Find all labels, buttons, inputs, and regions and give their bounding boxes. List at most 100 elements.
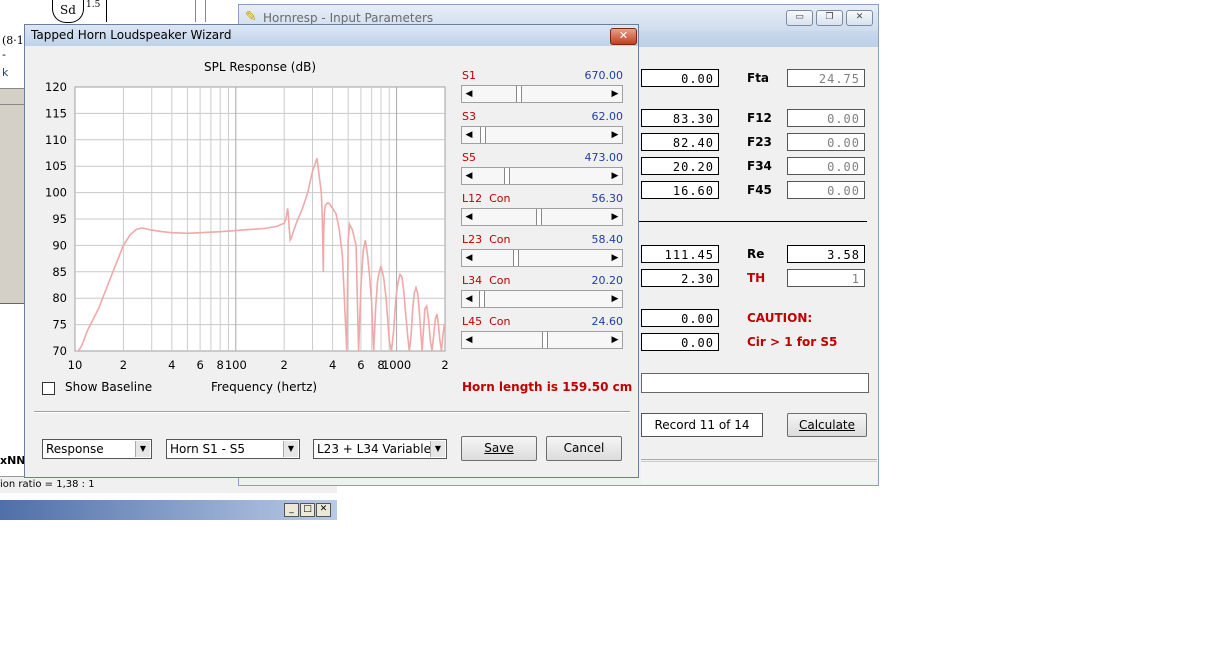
slider-label: L45 Con xyxy=(462,315,511,328)
f23-field[interactable]: 0.00 xyxy=(787,133,865,151)
parameter-slider[interactable]: ◀ ▶ xyxy=(461,167,623,185)
minimize-icon[interactable]: ▭ xyxy=(786,10,813,26)
slider-thumb[interactable] xyxy=(516,86,523,102)
minimized-window-bar[interactable]: _ □ ✕ xyxy=(0,500,337,520)
chevron-down-icon[interactable]: ▼ xyxy=(135,441,150,457)
x-tick-label: 6 xyxy=(357,358,364,372)
label-th: TH xyxy=(747,271,766,285)
close-icon[interactable]: ✕ xyxy=(846,10,873,26)
parameter-slider[interactable]: ◀ ▶ xyxy=(461,249,623,267)
slider-thumb[interactable] xyxy=(479,127,486,143)
minimize-icon[interactable]: _ xyxy=(284,503,299,517)
arrow-right-icon[interactable]: ▶ xyxy=(608,250,622,266)
f12-field[interactable]: 0.00 xyxy=(787,109,865,127)
divider xyxy=(205,0,206,22)
y-tick-label: 120 xyxy=(45,80,67,94)
input-field[interactable]: 0.00 xyxy=(641,309,719,327)
th-field[interactable]: 1 xyxy=(787,269,865,287)
input-field[interactable]: 2.30 xyxy=(641,269,719,287)
close-icon[interactable]: ✕ xyxy=(316,503,331,517)
input-field[interactable]: 83.30 xyxy=(641,109,719,127)
slider-value: 20.20 xyxy=(591,274,624,287)
f34-field[interactable]: 0.00 xyxy=(787,157,865,175)
chevron-down-icon[interactable]: ▼ xyxy=(283,441,298,457)
slider-thumb[interactable] xyxy=(478,291,485,307)
side-panel xyxy=(0,88,24,304)
response-select-value: Response xyxy=(46,442,104,456)
x-tick-label: 10 xyxy=(68,358,83,372)
show-baseline-checkbox[interactable] xyxy=(42,382,55,395)
slider-label: L12 Con xyxy=(462,192,511,205)
y-tick-label: 95 xyxy=(52,212,67,226)
re-field[interactable]: 3.58 xyxy=(787,245,865,263)
text-fragment: xNN xyxy=(0,454,26,467)
spl-response-chart: SPL Response (dB) 120 115 110 105 100 95 90 85 8… xyxy=(45,60,449,372)
slider-value: 56.30 xyxy=(591,192,624,205)
variable-select[interactable]: L23 + L34 Variable ▼ xyxy=(313,439,447,459)
response-select[interactable]: Response ▼ xyxy=(42,439,152,459)
label-fta: Fta xyxy=(747,71,770,85)
parameter-slider[interactable]: ◀ ▶ xyxy=(461,290,623,308)
variable-select-value: L23 + L34 Variable xyxy=(317,442,431,456)
arrow-left-icon[interactable]: ◀ xyxy=(462,86,476,102)
calculate-button[interactable]: Calculate xyxy=(787,413,867,437)
arrow-right-icon[interactable]: ▶ xyxy=(608,168,622,184)
y-tick-label: 75 xyxy=(52,318,67,332)
fta-field[interactable]: 24.75 xyxy=(787,69,865,87)
save-label: Save xyxy=(484,441,514,455)
close-icon[interactable]: ✕ xyxy=(610,28,637,45)
maximize-icon[interactable]: □ xyxy=(300,503,315,517)
arrow-left-icon[interactable]: ◀ xyxy=(462,209,476,225)
slider-label: S1 xyxy=(462,69,476,82)
save-button[interactable]: Save xyxy=(461,436,537,461)
arrow-left-icon[interactable]: ◀ xyxy=(462,332,476,348)
y-tick-label: 100 xyxy=(45,186,67,200)
input-field[interactable]: 20.20 xyxy=(641,157,719,175)
input-field[interactable]: 0.00 xyxy=(641,69,719,87)
arrow-right-icon[interactable]: ▶ xyxy=(608,86,622,102)
formula-fragment: - xyxy=(2,48,6,61)
slider-label: S5 xyxy=(462,151,476,164)
window-title: Hornresp - Input Parameters xyxy=(263,11,434,25)
arrow-right-icon[interactable]: ▶ xyxy=(608,127,622,143)
arrow-left-icon[interactable]: ◀ xyxy=(462,250,476,266)
chevron-down-icon[interactable]: ▼ xyxy=(430,441,445,457)
label-f23: F23 xyxy=(747,135,772,149)
status-text: ion ratio = 1,38 : 1 xyxy=(0,479,95,490)
arrow-right-icon[interactable]: ▶ xyxy=(608,332,622,348)
divider xyxy=(641,459,877,460)
restore-icon[interactable]: ❐ xyxy=(816,10,843,26)
link-fragment[interactable]: k xyxy=(2,66,8,79)
slider-thumb[interactable] xyxy=(541,332,548,348)
input-field[interactable]: 0.00 xyxy=(641,333,719,351)
slider-thumb[interactable] xyxy=(503,168,510,184)
arrow-left-icon[interactable]: ◀ xyxy=(462,127,476,143)
x-tick-label: 4 xyxy=(168,358,175,372)
arrow-right-icon[interactable]: ▶ xyxy=(608,209,622,225)
parameter-slider[interactable]: ◀ ▶ xyxy=(461,208,623,226)
y-tick-label: 105 xyxy=(45,159,67,173)
title-bar[interactable]: Tapped Horn Loudspeaker Wizard ✕ xyxy=(25,25,638,46)
show-baseline-label: Show Baseline xyxy=(65,380,153,394)
x-tick-label: 2 xyxy=(120,358,127,372)
input-field[interactable]: 82.40 xyxy=(641,133,719,151)
horn-select[interactable]: Horn S1 - S5 ▼ xyxy=(166,439,300,459)
slider-value: 670.00 xyxy=(584,69,624,82)
divider xyxy=(639,221,867,222)
slider-thumb[interactable] xyxy=(512,250,519,266)
parameter-slider[interactable]: ◀ ▶ xyxy=(461,331,623,349)
pencil-icon: ✎ xyxy=(245,9,257,25)
f45-field[interactable]: 0.00 xyxy=(787,181,865,199)
parameter-slider[interactable]: ◀ ▶ xyxy=(461,126,623,144)
parameter-slider[interactable]: ◀ ▶ xyxy=(461,85,623,103)
slider-thumb[interactable] xyxy=(536,209,543,225)
input-field[interactable]: 16.60 xyxy=(641,181,719,199)
y-tick-label: 115 xyxy=(45,106,67,120)
arrow-right-icon[interactable]: ▶ xyxy=(608,291,622,307)
input-field[interactable]: 111.45 xyxy=(641,245,719,263)
comment-field[interactable] xyxy=(641,373,869,393)
arrow-left-icon[interactable]: ◀ xyxy=(462,168,476,184)
arrow-left-icon[interactable]: ◀ xyxy=(462,291,476,307)
cancel-button[interactable]: Cancel xyxy=(546,436,622,461)
y-tick-label: 80 xyxy=(52,291,67,305)
